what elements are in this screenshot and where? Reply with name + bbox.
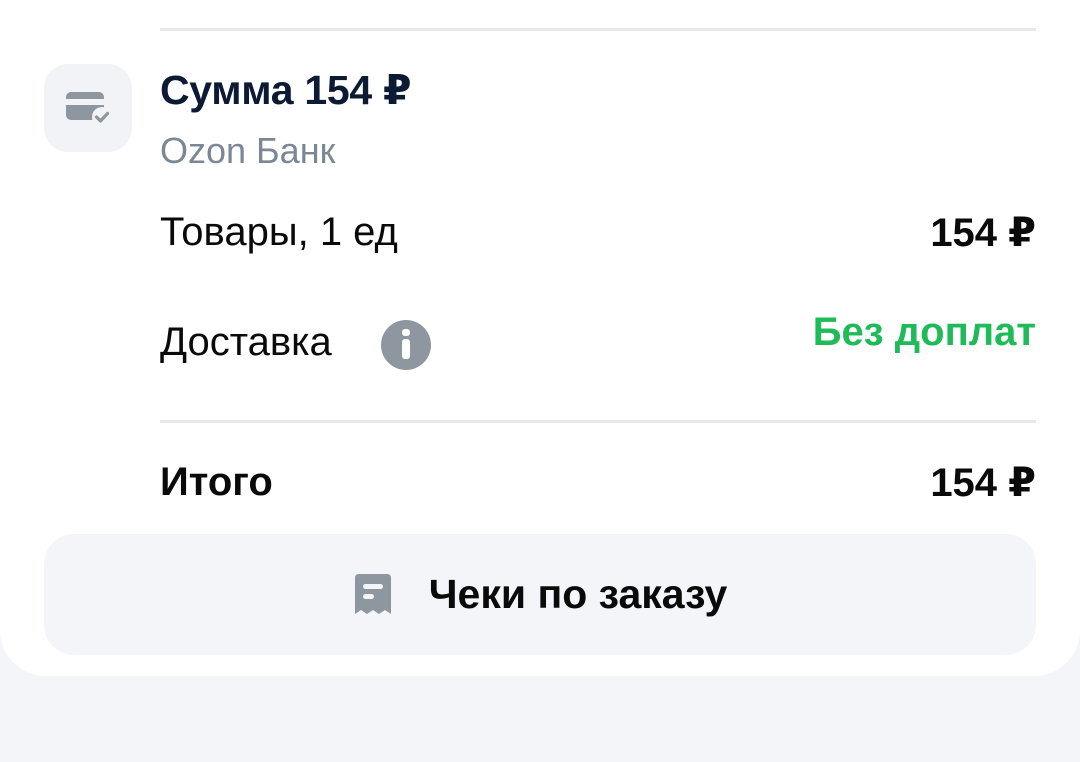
payment-method: Ozon Банк bbox=[160, 130, 336, 171]
goods-label: Товары, 1 ед bbox=[160, 210, 398, 254]
receipt-icon bbox=[353, 572, 393, 618]
card-check-icon bbox=[44, 64, 132, 152]
info-icon[interactable] bbox=[381, 320, 431, 370]
divider-total bbox=[160, 420, 1036, 423]
order-receipts-button[interactable]: Чеки по заказу bbox=[44, 534, 1036, 655]
total-price: 154 ₽ bbox=[930, 461, 1036, 505]
payment-amount-title: Сумма 154 ₽ bbox=[160, 67, 412, 113]
goods-price: 154 ₽ bbox=[930, 211, 1036, 255]
divider-top bbox=[160, 28, 1036, 31]
order-receipts-label: Чеки по заказу bbox=[428, 571, 728, 617]
total-label: Итого bbox=[160, 460, 273, 504]
order-summary-card: Сумма 154 ₽ Ozon Банк Товары, 1 ед 154 ₽… bbox=[0, 0, 1080, 676]
delivery-label: Доставка bbox=[160, 320, 332, 364]
delivery-price: Без доплат bbox=[812, 310, 1036, 354]
